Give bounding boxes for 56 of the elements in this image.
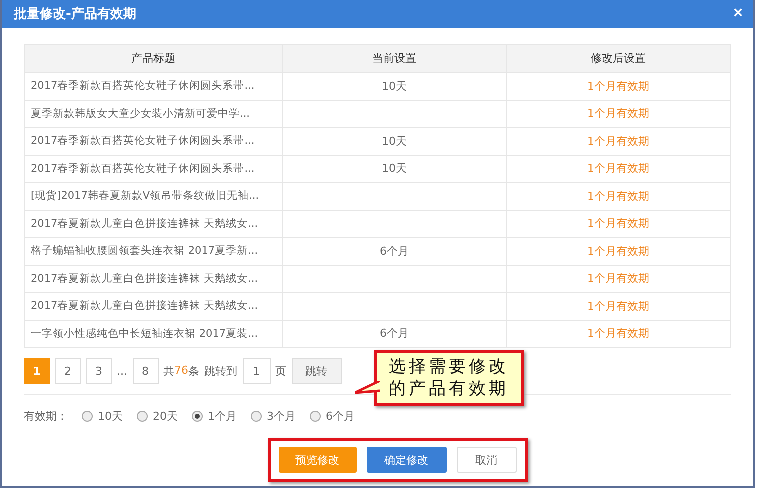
radio-button[interactable] <box>251 411 262 422</box>
product-title-cell: 格子蝙蝠袖收腰圆领套头连衣裙 2017夏季新... <box>24 238 282 265</box>
new-setting-cell: 1个月有效期 <box>506 320 730 348</box>
jump-label: 跳转到 <box>204 364 238 378</box>
column-header: 当前设置 <box>282 44 506 72</box>
product-title-cell: 2017春季新款百搭英伦女鞋子休闲圆头系带... <box>24 155 282 182</box>
radio-label[interactable]: 3个月 <box>267 409 296 424</box>
new-setting-cell: 1个月有效期 <box>506 128 730 155</box>
radio-label[interactable]: 1个月 <box>208 409 237 424</box>
radio-label[interactable]: 10天 <box>98 409 123 424</box>
page-button[interactable]: 8 <box>132 358 158 384</box>
window-title: 批量修改-产品有效期 <box>14 6 136 23</box>
current-setting-cell: 10天 <box>282 155 506 182</box>
callout-text: 选择需要修改 <box>389 356 509 378</box>
radio-label[interactable]: 20天 <box>153 409 178 424</box>
page-ellipsis: ... <box>117 364 128 378</box>
radio-button[interactable] <box>310 411 321 422</box>
page-input[interactable]: 1 <box>242 358 270 384</box>
column-header: 产品标题 <box>24 44 282 72</box>
product-title-cell: 2017春季新款百搭英伦女鞋子休闲圆头系带... <box>24 128 282 155</box>
page-button[interactable]: 3 <box>86 358 112 384</box>
new-setting-cell: 1个月有效期 <box>506 265 730 292</box>
validity-label: 有效期： <box>24 409 68 424</box>
product-title-cell: 2017春季新款百搭英伦女鞋子休闲圆头系带... <box>24 72 282 100</box>
new-setting-cell: 1个月有效期 <box>506 155 730 182</box>
product-title-cell: 2017春夏新款儿童白色拼接连裤袜 天鹅绒女... <box>24 210 282 238</box>
new-setting-cell: 1个月有效期 <box>506 238 730 265</box>
radio-label[interactable]: 6个月 <box>326 409 355 424</box>
current-setting-cell: 10天 <box>282 128 506 155</box>
radio-button[interactable] <box>192 411 203 422</box>
total-label: 条 <box>188 364 200 378</box>
new-setting-cell: 1个月有效期 <box>506 100 730 128</box>
close-button[interactable]: × <box>734 5 743 23</box>
page-unit: 页 <box>276 364 286 378</box>
callout-text: 的产品有效期 <box>389 378 509 400</box>
product-title-cell: 2017春夏新款儿童白色拼接连裤袜 天鹅绒女... <box>24 292 282 320</box>
new-setting-cell: 1个月有效期 <box>506 210 730 238</box>
new-setting-cell: 1个月有效期 <box>506 72 730 100</box>
product-title-cell: 一字领小性感纯色中长短袖连衣裙 2017夏装... <box>24 320 282 348</box>
radio-button[interactable] <box>82 411 93 422</box>
column-header: 修改后设置 <box>506 44 730 72</box>
confirm-button[interactable]: 确定修改 <box>366 447 446 473</box>
product-title-cell: [现货]2017韩春夏新款V领吊带条纹做旧无袖... <box>24 182 282 210</box>
new-setting-cell: 1个月有效期 <box>506 182 730 210</box>
total-label: 共 <box>164 364 174 378</box>
radio-button[interactable] <box>137 411 148 422</box>
current-setting-cell: 6个月 <box>282 320 506 348</box>
new-setting-cell: 1个月有效期 <box>506 292 730 320</box>
current-setting-cell: 6个月 <box>282 238 506 265</box>
page-button[interactable]: 2 <box>55 358 81 384</box>
total-count: 76 <box>174 364 188 378</box>
current-setting-cell: 10天 <box>282 72 506 100</box>
product-title-cell: 夏季新款韩版女大童少女装小清新可爱中学... <box>24 100 282 128</box>
product-title-cell: 2017春夏新款儿童白色拼接连裤袜 天鹅绒女... <box>24 265 282 292</box>
cancel-button[interactable]: 取消 <box>456 447 516 473</box>
jump-button[interactable]: 跳转 <box>292 358 342 384</box>
